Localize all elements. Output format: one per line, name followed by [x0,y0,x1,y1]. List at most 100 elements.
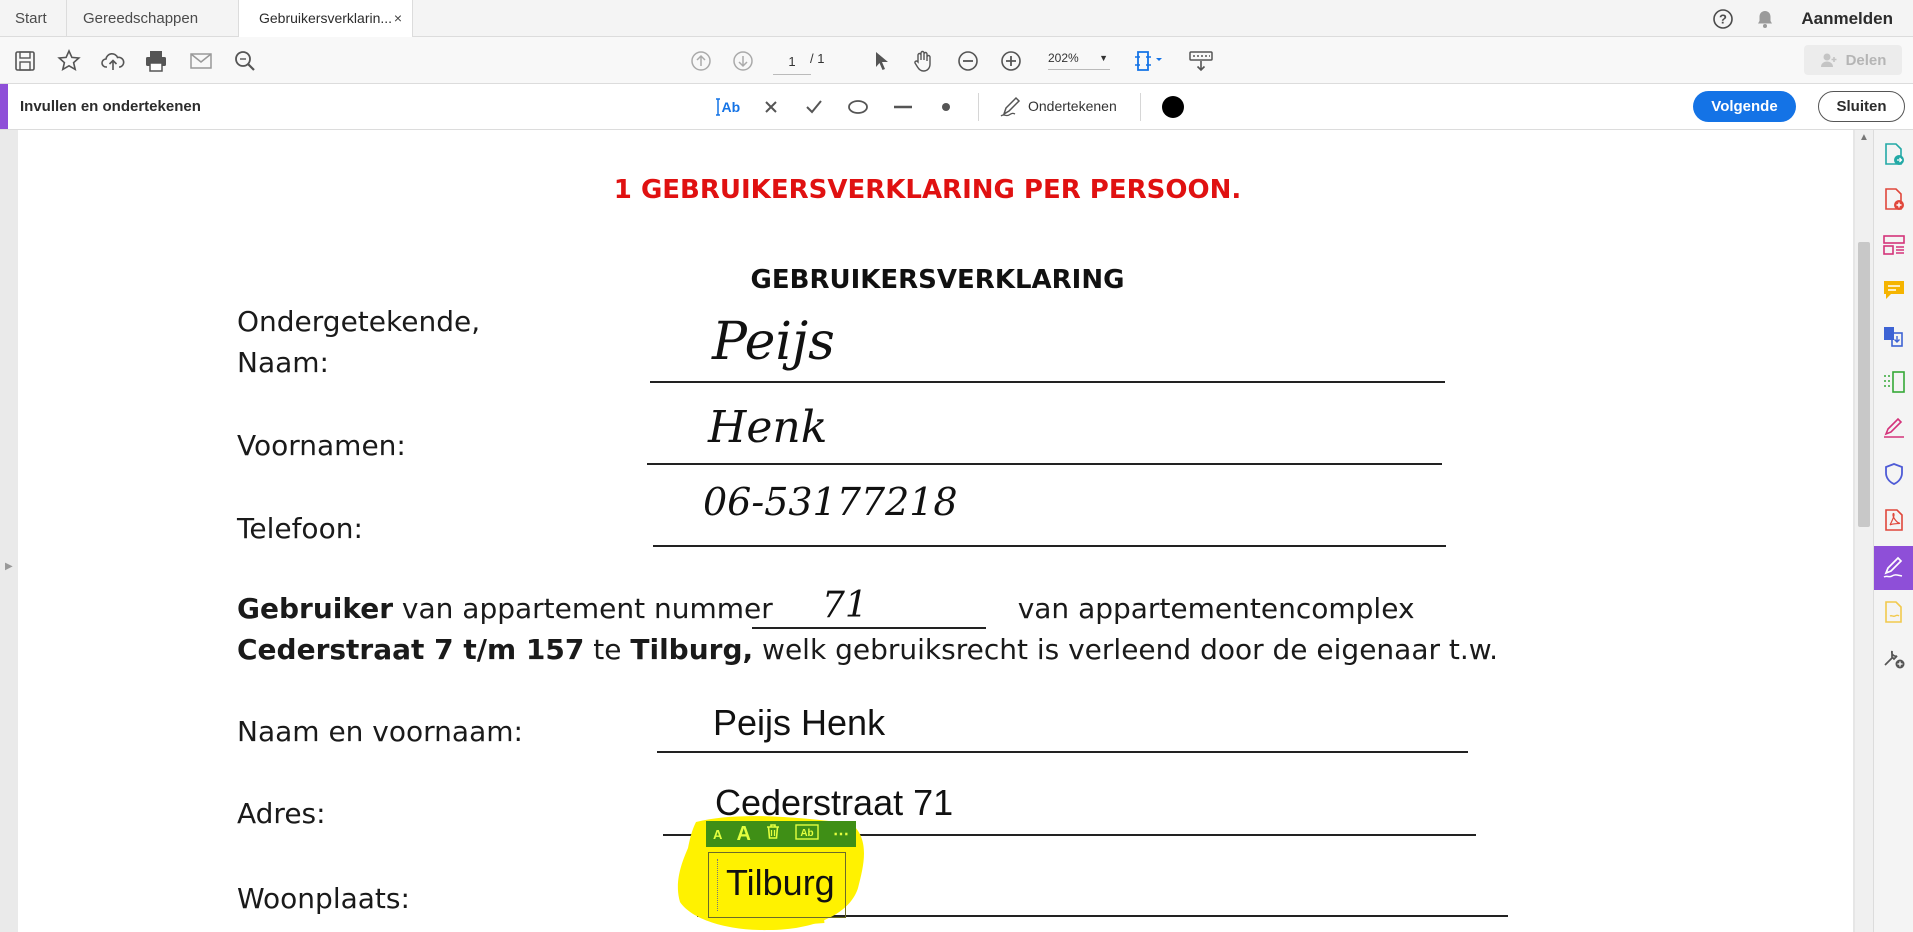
label-telefoon: Telefoon: [237,512,363,545]
toolbar-divider [1140,93,1141,121]
help-icon[interactable]: ? [1712,0,1734,37]
protect-shield-icon[interactable] [1880,460,1908,488]
text-gebruiker: Gebruiker [237,592,394,625]
typed-woonplaats[interactable]: Tilburg [726,862,835,904]
handwritten-telefoon[interactable]: 06-53177218 [703,480,958,524]
scrollbar-thumb[interactable] [1858,242,1870,527]
zoom-value: 202% [1048,51,1079,65]
svg-text:Ab: Ab [722,99,741,115]
dot-icon[interactable] [933,94,959,120]
label-naam-en-voornaam: Naam en voornaam: [237,715,523,748]
close-tab-icon[interactable]: × [394,0,402,37]
more-tools-icon[interactable] [1880,644,1908,672]
add-user-icon [1820,53,1837,67]
svg-text:Ab: Ab [800,828,813,839]
zoom-out-icon[interactable] [955,48,981,74]
label-voornamen: Voornamen: [237,429,406,462]
sign-pen-icon[interactable] [998,94,1024,120]
fill-sign-pen-icon[interactable] [1880,414,1908,442]
save-icon[interactable] [12,48,38,74]
tab-document[interactable]: Gebruikersverklarin... × [238,0,413,38]
fill-sign-title: Invullen en ondertekenen [20,98,201,115]
arrow-up-circle-icon[interactable] [688,48,714,74]
text-appartementencomplex: van appartementencomplex [1008,592,1415,625]
paragraph-line-2: Cederstraat 7 t/m 157 te Tilburg, welk g… [237,633,1498,666]
hand-pan-icon[interactable] [910,48,936,74]
handwritten-voornamen[interactable]: Henk [708,402,827,453]
sign-button[interactable]: Ondertekenen [1028,84,1117,129]
label-adres: Adres: [237,797,326,830]
print-icon[interactable] [143,48,169,74]
fill-sign-toolbar: Invullen en ondertekenen Ab Ondertekenen [0,84,1913,130]
color-picker-button[interactable] [1162,96,1184,118]
svg-text:?: ? [1719,11,1727,26]
field-line-voornamen [647,463,1442,465]
scroll-up-icon[interactable]: ▲ [1859,132,1869,143]
share-button[interactable]: Delen [1804,45,1902,75]
field-line-naam-voornaam [657,751,1468,753]
chevron-down-icon: ▼ [1099,53,1108,63]
more-options-icon[interactable]: ⋯ [833,824,849,844]
line-icon[interactable] [890,94,916,120]
vertical-scrollbar[interactable]: ▲ [1855,130,1873,932]
tab-tools[interactable]: Gereedschappen [68,0,233,37]
tools-rail [1873,130,1913,932]
field-line-telefoon [653,545,1446,547]
field-line-naam [650,381,1445,383]
label-woonplaats: Woonplaats: [237,882,410,915]
text-te: te [584,633,631,666]
document-heading: GEBRUIKERSVERKLARING [750,265,1125,295]
checkmark-icon[interactable] [801,94,827,120]
tab-start[interactable]: Start [0,0,67,37]
zoom-level-select[interactable]: 202% ▼ [1048,51,1110,70]
decrease-font-icon[interactable]: A [713,827,722,842]
send-for-signature-icon[interactable] [1880,598,1908,626]
label-ondergetekende: Ondergetekende, [237,305,481,338]
close-button[interactable]: Sluiten [1818,91,1905,122]
edit-pdf-icon[interactable] [1880,368,1908,396]
document-content: 1 GEBRUIKERSVERKLARING PER PERSOON. GEBR… [0,130,1855,932]
upload-cloud-icon[interactable] [100,48,126,74]
text-gebruiksrecht: welk gebruiksrecht is verleend door de e… [753,633,1498,666]
zoom-in-icon[interactable] [998,48,1024,74]
fill-sign-accent [0,84,8,129]
next-button[interactable]: Volgende [1693,91,1796,122]
create-pdf-icon[interactable] [1880,185,1908,213]
handwritten-naam[interactable]: Peijs [712,312,835,372]
red-heading: 1 GEBRUIKERSVERKLARING PER PERSOON. [613,175,1242,205]
page-number-input[interactable] [773,48,811,75]
comment-icon[interactable] [1880,276,1908,304]
organize-pages-icon[interactable] [1880,231,1908,259]
bookmark-star-icon[interactable] [56,48,82,74]
keyboard-scroll-icon[interactable] [1188,48,1214,74]
add-text-icon[interactable]: Ab [713,94,743,120]
text-cursor [717,859,718,911]
cross-mark-icon[interactable] [758,94,784,120]
pdf-acrobat-icon[interactable] [1880,506,1908,534]
comb-text-icon[interactable]: Ab [795,823,819,845]
arrow-down-circle-icon[interactable] [730,48,756,74]
label-naam: Naam: [237,346,329,379]
text-tilburg: Tilburg, [630,633,754,666]
select-pointer-icon[interactable] [868,48,894,74]
fill-sign-active-icon[interactable] [1874,546,1913,590]
tab-bar: Start Gereedschappen Gebruikersverklarin… [0,0,1913,38]
ellipse-icon[interactable] [845,94,871,120]
combine-files-icon[interactable] [1880,323,1908,351]
delete-trash-icon[interactable] [765,823,781,845]
increase-font-icon[interactable]: A [736,823,750,846]
export-pdf-icon[interactable] [1880,140,1908,168]
fit-page-icon[interactable] [1132,48,1168,74]
search-zoom-icon[interactable] [232,48,258,74]
tab-label: Gebruikersverklarin... [259,10,393,26]
text-field-edit-toolbar: A A Ab ⋯ [706,821,856,847]
typed-naam-voornaam[interactable]: Peijs Henk [713,702,885,744]
tab-label: Start [15,10,47,27]
login-button[interactable]: Aanmelden [1801,0,1893,37]
share-label: Delen [1845,51,1887,69]
handwritten-nummer[interactable]: 71 [822,585,868,626]
text-appartement-nummer: van appartement nummer [393,592,773,625]
email-icon[interactable] [188,48,214,74]
notification-bell-icon[interactable] [1754,0,1776,37]
text-cederstraat: Cederstraat 7 t/m 157 [237,633,585,666]
